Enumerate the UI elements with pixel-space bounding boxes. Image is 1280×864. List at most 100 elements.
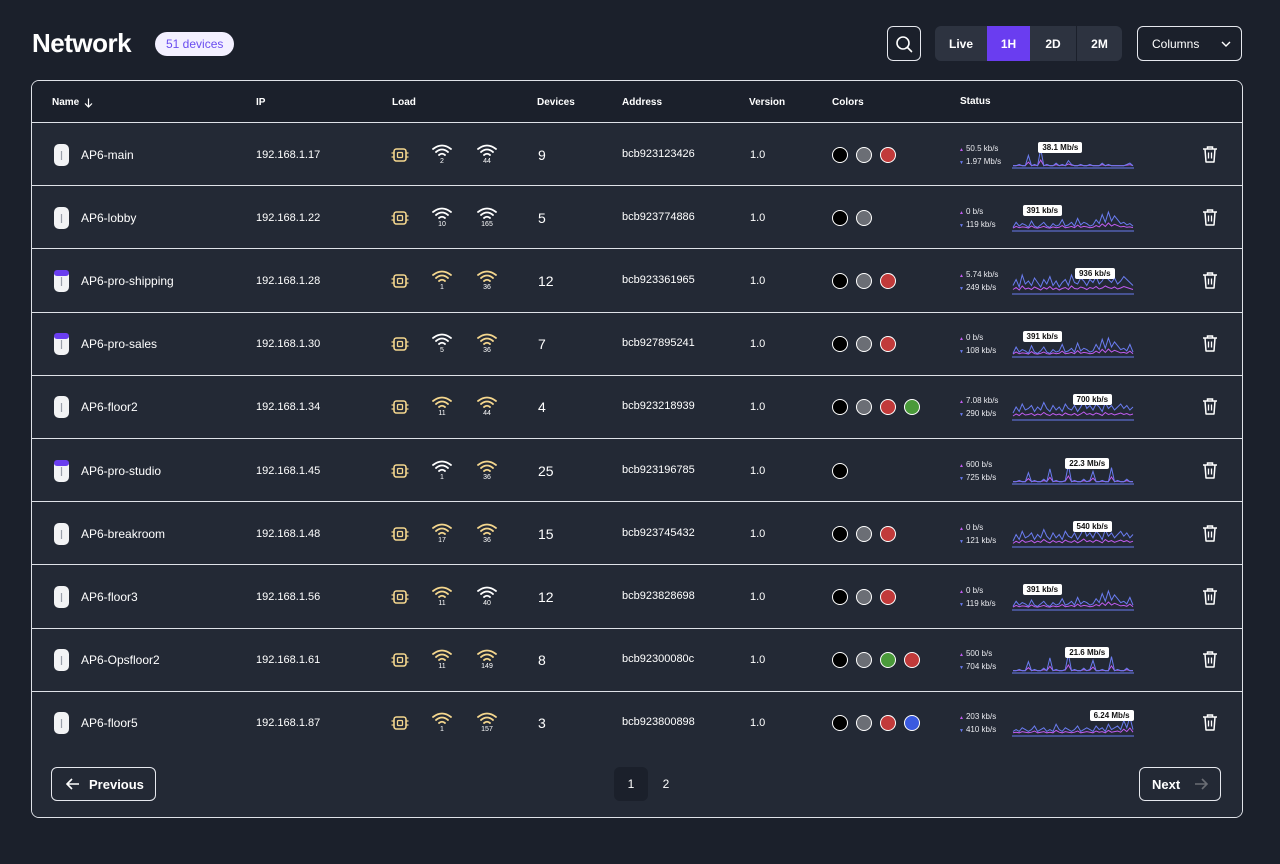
color-swatch[interactable]	[832, 715, 848, 732]
throughput-rates: 0 b/s108 kb/s	[959, 332, 996, 358]
range-live-button[interactable]: Live	[935, 26, 987, 61]
color-swatch[interactable]	[856, 652, 872, 669]
color-swatch[interactable]	[832, 525, 848, 542]
color-swatch[interactable]	[832, 399, 848, 416]
color-swatch[interactable]	[856, 525, 872, 542]
wifi-icon	[477, 270, 497, 282]
device-ip: 192.168.1.34	[256, 401, 321, 414]
color-swatch[interactable]	[880, 652, 896, 669]
color-swatch[interactable]	[880, 272, 896, 289]
table-row[interactable]: AP6-floor5 192.168.1.87 3 bcb923800898 1.0 1 1…	[32, 691, 1242, 755]
column-header-version[interactable]: Version	[749, 97, 785, 108]
search-button[interactable]	[887, 26, 921, 61]
color-swatch[interactable]	[832, 336, 848, 353]
page-1-button[interactable]: 1	[614, 767, 648, 801]
arrow-right-icon	[1195, 778, 1209, 790]
column-header-load[interactable]: Load	[392, 97, 416, 108]
color-swatch[interactable]	[904, 715, 920, 732]
table-row[interactable]: AP6-pro-studio 192.168.1.45 25 bcb923196785…	[32, 439, 1242, 503]
upload-rate: 0 b/s	[959, 332, 996, 345]
wifi-icon	[477, 523, 497, 535]
columns-button[interactable]: Columns	[1137, 26, 1242, 61]
connected-devices-count: 3	[538, 715, 546, 732]
trash-icon[interactable]	[1202, 524, 1218, 542]
download-rate: 725 kb/s	[959, 472, 996, 485]
column-header-status[interactable]: Status	[960, 96, 991, 107]
color-swatch[interactable]	[856, 146, 872, 163]
color-swatch[interactable]	[880, 525, 896, 542]
device-name: AP6-pro-studio	[81, 463, 162, 478]
download-rate: 249 kb/s	[959, 282, 998, 295]
range-1h-button[interactable]: 1H	[987, 26, 1030, 61]
color-swatch[interactable]	[904, 652, 920, 669]
access-point-icon	[54, 649, 69, 672]
next-label: Next	[1152, 776, 1181, 792]
upload-rate: 0 b/s	[959, 585, 996, 598]
column-header-address[interactable]: Address	[622, 97, 662, 108]
firmware-version: 1.0	[750, 274, 766, 287]
color-swatch[interactable]	[880, 399, 896, 416]
access-point-icon	[54, 585, 69, 608]
trash-icon[interactable]	[1202, 650, 1218, 668]
device-name: AP6-lobby	[81, 210, 137, 225]
color-swatch[interactable]	[832, 209, 848, 226]
trash-icon[interactable]	[1202, 208, 1218, 226]
trash-icon[interactable]	[1202, 461, 1218, 479]
column-header-colors[interactable]: Colors	[832, 97, 864, 108]
table-row[interactable]: AP6-floor3 192.168.1.56 12 bcb923828698 1.0 1…	[32, 565, 1242, 629]
sparkline-peak-label: 22.3 Mb/s	[1065, 457, 1110, 469]
color-swatches	[832, 399, 920, 416]
wifi-client-count: 10	[438, 220, 446, 228]
status-sparkline[interactable]	[1012, 267, 1134, 295]
wifi-icon	[432, 144, 452, 156]
trash-icon[interactable]	[1202, 713, 1218, 732]
color-swatch[interactable]	[880, 146, 896, 163]
table-row[interactable]: AP6-Opsfloor2 192.168.1.61 8 bcb92300080c 1.…	[32, 628, 1242, 692]
trash-icon[interactable]	[1202, 145, 1218, 163]
table-row[interactable]: AP6-breakroom 192.168.1.48 15 bcb923745432 1…	[32, 502, 1242, 566]
connected-devices-count: 25	[538, 462, 554, 479]
color-swatch[interactable]	[880, 588, 896, 605]
color-swatch[interactable]	[832, 272, 848, 289]
trash-icon[interactable]	[1202, 587, 1218, 605]
color-swatch[interactable]	[856, 272, 872, 289]
table-row[interactable]: AP6-lobby 192.168.1.22 5 bcb923774886 1.0 10 1…	[32, 186, 1242, 250]
range-2m-button[interactable]: 2M	[1076, 26, 1122, 61]
device-name: AP6-pro-shipping	[81, 273, 174, 288]
color-swatch[interactable]	[856, 399, 872, 416]
wifi-client-count: 165	[481, 220, 493, 228]
access-point-icon	[54, 396, 69, 419]
color-swatch[interactable]	[880, 715, 896, 732]
previous-button[interactable]: Previous	[51, 767, 156, 801]
wifi-client-count: 44	[483, 410, 491, 418]
device-name: AP6-floor5	[81, 716, 138, 731]
upload-rate: 7.08 kb/s	[959, 395, 998, 408]
trash-icon[interactable]	[1202, 397, 1218, 416]
table-row[interactable]: AP6-floor2 192.168.1.34 4 bcb923218939 1.0 11…	[32, 375, 1242, 439]
table-row[interactable]: AP6-pro-shipping 192.168.1.28 12 bcb9233619…	[32, 249, 1242, 313]
range-2d-button[interactable]: 2D	[1030, 26, 1076, 61]
color-swatch[interactable]	[856, 336, 872, 353]
color-swatch[interactable]	[904, 399, 920, 416]
color-swatch[interactable]	[832, 146, 848, 163]
page-2-button[interactable]: 2	[649, 767, 683, 801]
color-swatch[interactable]	[880, 336, 896, 353]
color-swatch[interactable]	[832, 652, 848, 669]
trash-icon[interactable]	[1202, 271, 1218, 289]
color-swatch[interactable]	[856, 588, 872, 605]
wifi-client-count: 36	[483, 347, 491, 355]
column-header-devices[interactable]: Devices	[537, 97, 575, 108]
table-row[interactable]: AP6-pro-sales 192.168.1.30 7 bcb927895241 1.…	[32, 312, 1242, 376]
next-button[interactable]: Next	[1139, 767, 1221, 801]
color-swatch[interactable]	[856, 209, 872, 226]
column-header-name[interactable]: Name	[52, 97, 93, 108]
table-row[interactable]: AP6-main 192.168.1.17 9 bcb923123426 1.0 2 44 5…	[32, 123, 1242, 187]
color-swatch[interactable]	[832, 588, 848, 605]
cpu-icon	[391, 653, 409, 667]
column-header-ip[interactable]: IP	[256, 97, 265, 108]
color-swatch[interactable]	[856, 715, 872, 732]
trash-icon[interactable]	[1202, 334, 1218, 352]
wifi-icon	[477, 649, 497, 662]
color-swatch[interactable]	[832, 462, 848, 479]
wifi-icon	[432, 396, 452, 409]
